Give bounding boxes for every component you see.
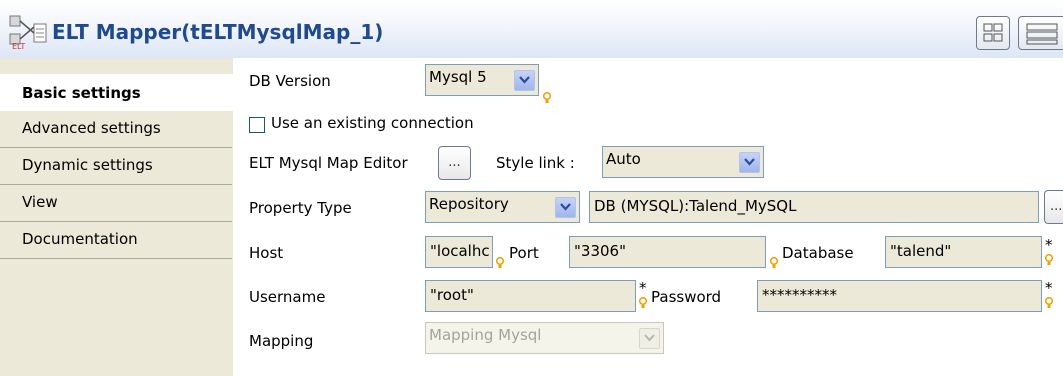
mapping-label: Mapping (249, 332, 314, 350)
db-version-select[interactable]: Mysql 5 (425, 64, 539, 96)
required-marker: * (1045, 236, 1053, 254)
style-link-select[interactable]: Auto (602, 146, 764, 178)
elt-map-icon: ELT (9, 15, 47, 50)
svg-text:ELT: ELT (12, 42, 25, 50)
required-marker: * (1045, 279, 1053, 297)
host-input[interactable]: "localhc (425, 236, 493, 268)
lightbulb-icon (543, 92, 551, 103)
view-compact-button[interactable] (976, 16, 1010, 50)
view-header: ELT ELT Mapper(tELTMysqlMap_1) (0, 0, 1063, 59)
use-existing-connection-label: Use an existing connection (271, 114, 474, 132)
mapping-select[interactable]: Mapping Mysql (425, 322, 664, 354)
settings-sidebar: Basic settings Advanced settings Dynamic… (0, 58, 233, 376)
map-editor-label: ELT Mysql Map Editor (249, 154, 408, 172)
db-version-label: DB Version (249, 72, 331, 90)
db-version-value: Mysql 5 (429, 68, 487, 86)
tab-basic-settings[interactable]: Basic settings (0, 74, 233, 111)
database-input[interactable]: "talend" (885, 236, 1042, 268)
lightbulb-icon (1045, 297, 1053, 308)
style-link-value: Auto (606, 150, 641, 168)
chevron-down-icon[interactable] (555, 197, 576, 218)
basic-settings-panel: DB Version Mysql 5 Use an existing conne… (233, 58, 1063, 376)
tab-documentation[interactable]: Documentation (0, 222, 232, 259)
use-existing-connection-checkbox[interactable] (249, 117, 265, 133)
username-input[interactable]: "root" (425, 280, 636, 312)
database-label: Database (782, 244, 854, 262)
lightbulb-icon (496, 257, 504, 268)
property-type-select[interactable]: Repository (425, 191, 580, 223)
host-label: Host (249, 244, 284, 262)
username-label: Username (249, 288, 326, 306)
chevron-down-icon (639, 328, 660, 349)
password-input[interactable]: ********** (757, 280, 1042, 312)
property-type-label: Property Type (249, 199, 352, 217)
port-label: Port (509, 244, 539, 262)
chevron-down-icon[interactable] (739, 152, 760, 173)
view-expand-button[interactable] (1018, 16, 1063, 50)
style-link-label: Style link : (496, 154, 575, 172)
repository-browse-button[interactable]: ... (1044, 190, 1063, 224)
password-label: Password (651, 288, 722, 306)
tab-dynamic-settings[interactable]: Dynamic settings (0, 148, 232, 185)
lightbulb-icon (639, 297, 647, 308)
view-compact-icon (983, 23, 1003, 42)
lightbulb-icon (770, 257, 778, 268)
chevron-down-icon[interactable] (514, 70, 535, 91)
port-input[interactable]: "3306" (569, 236, 766, 268)
view-expand-icon (1026, 23, 1058, 45)
tab-view[interactable]: View (0, 185, 232, 222)
lightbulb-icon (1045, 254, 1053, 265)
view-title: ELT Mapper(tELTMysqlMap_1) (52, 20, 384, 44)
mapping-value: Mapping Mysql (429, 326, 542, 344)
repository-field[interactable]: DB (MYSQL):Talend_MySQL (589, 191, 1039, 223)
map-editor-button[interactable]: ... (438, 146, 471, 180)
property-type-value: Repository (429, 195, 509, 213)
required-marker: * (639, 279, 647, 297)
tab-advanced-settings[interactable]: Advanced settings (0, 111, 232, 148)
